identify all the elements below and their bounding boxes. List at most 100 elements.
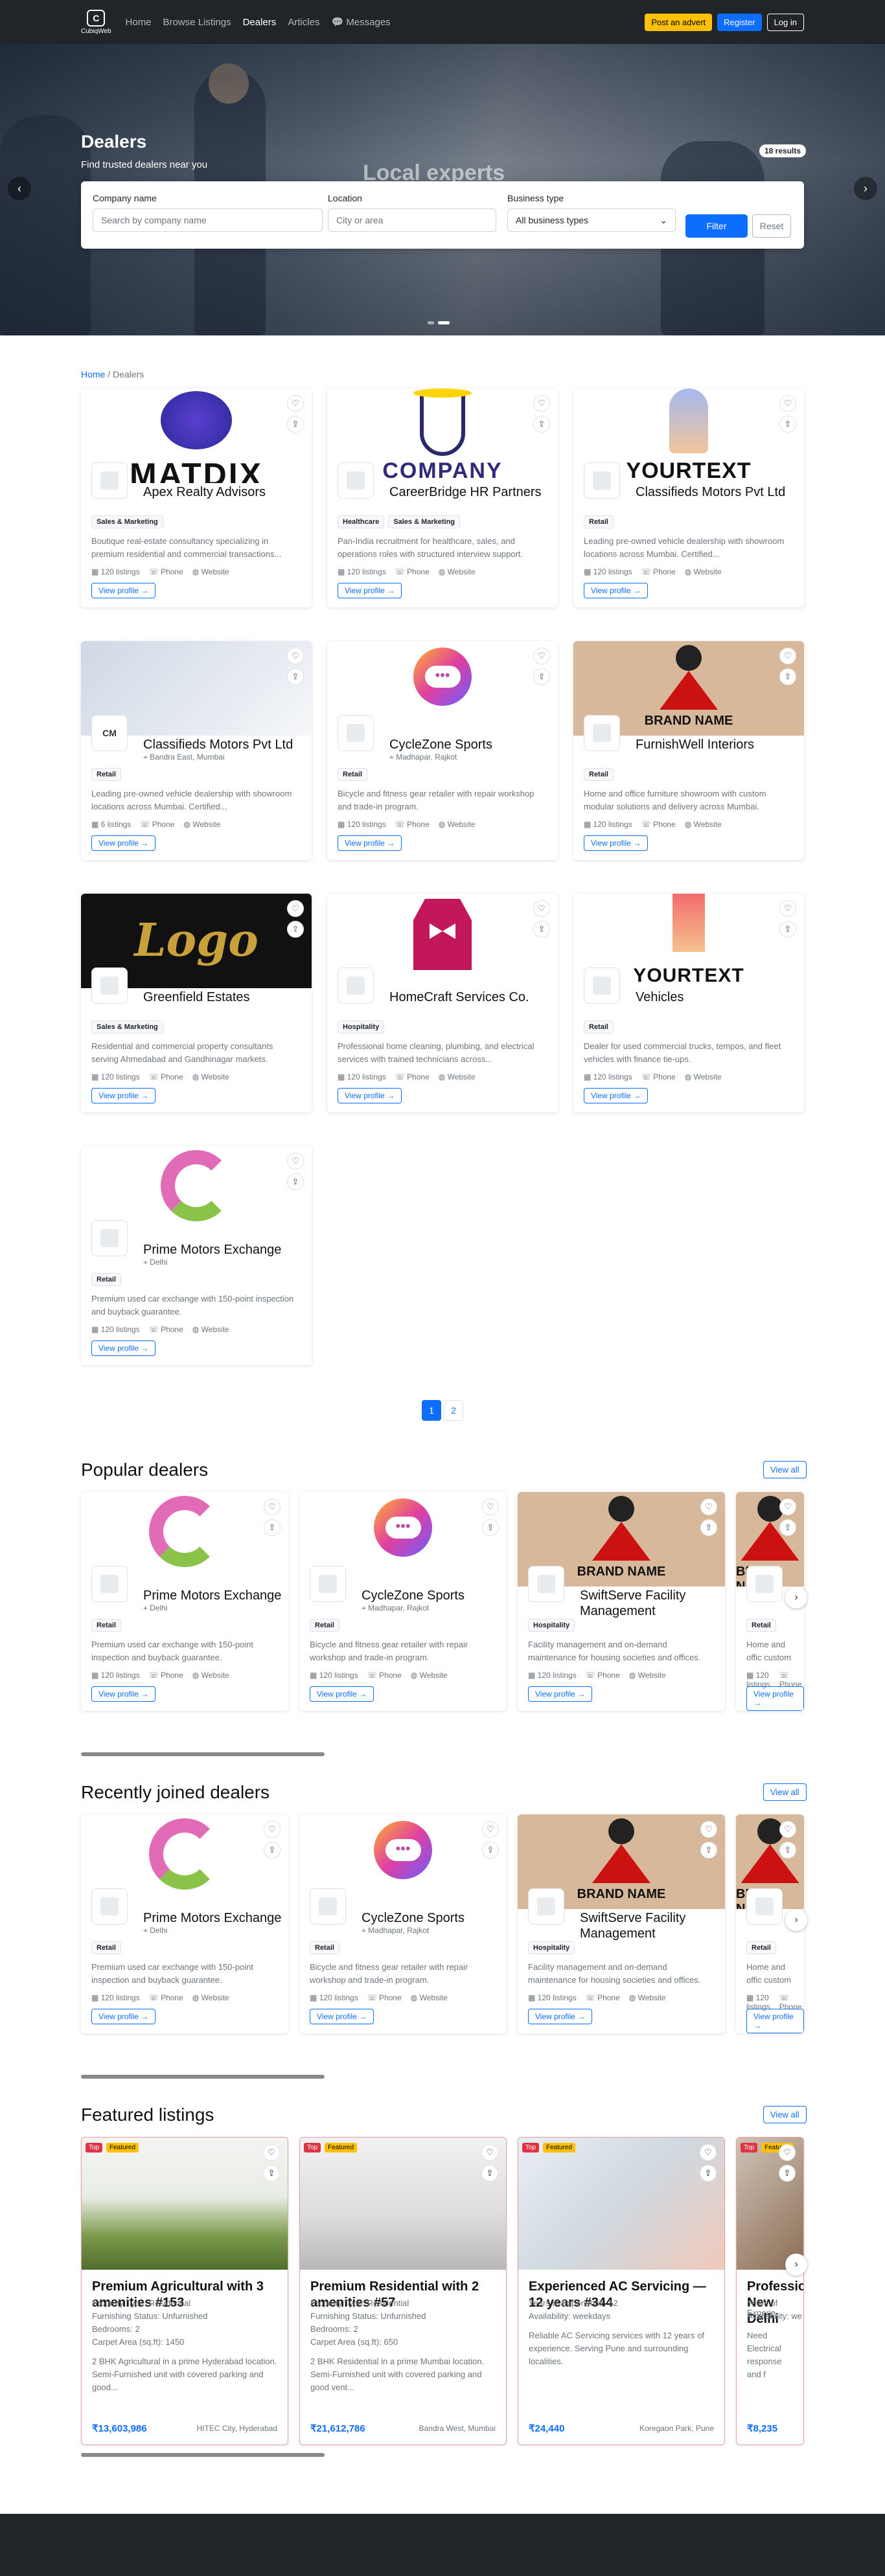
- website-link[interactable]: ◍ Website: [685, 1072, 722, 1081]
- share-icon[interactable]: ⇪: [700, 2165, 717, 2182]
- featured-scrollbar[interactable]: [81, 2453, 804, 2457]
- share-icon[interactable]: ⇪: [779, 668, 796, 685]
- dealer-name[interactable]: SwiftServe Facility Management: [580, 1910, 725, 1941]
- dealer-name[interactable]: Vehicles: [636, 989, 804, 1005]
- share-icon[interactable]: ⇪: [779, 416, 796, 433]
- website-link[interactable]: ◍ Website: [685, 820, 722, 829]
- page-2-button[interactable]: 2: [444, 1400, 463, 1421]
- dealer-card[interactable]: YOURTEXT ♡ ⇪ Vehicles Retail Dealer for …: [573, 894, 804, 1113]
- website-link[interactable]: ◍ Website: [685, 567, 722, 576]
- view-profile-button[interactable]: View profile →: [528, 1686, 593, 1702]
- favorite-heart-icon[interactable]: ♡: [779, 648, 796, 664]
- reset-button[interactable]: Reset: [752, 214, 791, 238]
- dealer-name[interactable]: SwiftServe Facility Management: [580, 1588, 725, 1619]
- listing-card[interactable]: Top Featured ♡ ⇪ Premium Residential wit…: [299, 2137, 507, 2445]
- share-icon[interactable]: ⇪: [533, 921, 550, 938]
- phone-link[interactable]: ☏ Phone: [395, 820, 430, 829]
- view-profile-button[interactable]: View profile →: [91, 583, 156, 598]
- featured-view-all-button[interactable]: View all: [763, 2106, 807, 2123]
- website-link[interactable]: ◍ Website: [411, 1993, 448, 2002]
- share-icon[interactable]: ⇪: [533, 416, 550, 433]
- dealer-card[interactable]: ♡ ⇪ Prime Motors Exchange ⌖ Delhi Retail…: [81, 1492, 288, 1711]
- view-profile-button[interactable]: View profile →: [338, 835, 402, 851]
- scrollbar-thumb[interactable]: [81, 1752, 325, 1756]
- dealer-card[interactable]: MATDIX ♡ ⇪ Apex Realty Advisors Sales & …: [81, 389, 312, 607]
- dealer-avatar[interactable]: [91, 1220, 128, 1256]
- nav-link-articles[interactable]: Articles: [288, 17, 319, 28]
- scrollbar-thumb[interactable]: [81, 2075, 325, 2079]
- phone-link[interactable]: ☏ Phone: [395, 567, 430, 576]
- company-name-input[interactable]: Search by company name: [93, 209, 323, 232]
- view-profile-button[interactable]: View profile →: [91, 1340, 156, 1356]
- share-icon[interactable]: ⇪: [482, 1842, 499, 1859]
- website-link[interactable]: ◍ Website: [192, 1072, 229, 1081]
- dealer-avatar[interactable]: [528, 1888, 564, 1925]
- dealer-avatar[interactable]: [310, 1566, 346, 1602]
- share-icon[interactable]: ⇪: [287, 921, 304, 938]
- share-icon[interactable]: ⇪: [700, 1842, 717, 1859]
- favorite-heart-icon[interactable]: ♡: [287, 648, 304, 664]
- website-link[interactable]: ◍ Website: [629, 1671, 666, 1680]
- dealer-name[interactable]: Prime Motors Exchange: [143, 1588, 288, 1603]
- nav-link-browse[interactable]: Browse Listings: [163, 17, 231, 28]
- nav-link-home[interactable]: Home: [126, 17, 152, 28]
- share-icon[interactable]: ⇪: [264, 1842, 281, 1859]
- dealer-card[interactable]: ♡ ⇪ CM Classifieds Motors Pvt Ltd ⌖ Band…: [81, 641, 312, 860]
- favorite-heart-icon[interactable]: ♡: [533, 900, 550, 917]
- view-profile-button[interactable]: View profile →: [584, 835, 649, 851]
- post-advert-button[interactable]: Post an advert: [645, 13, 713, 31]
- dealer-avatar[interactable]: [310, 1888, 346, 1925]
- dealer-card[interactable]: ••• ♡ ⇪ CycleZone Sports ⌖ Madhapar, Raj…: [299, 1492, 507, 1711]
- phone-link[interactable]: ☏ Phone: [367, 1671, 402, 1680]
- favorite-heart-icon[interactable]: ♡: [779, 1498, 796, 1515]
- phone-link[interactable]: ☏ Phone: [367, 1993, 402, 2002]
- dealer-name[interactable]: FurnishWell Interiors: [636, 737, 804, 752]
- view-profile-button[interactable]: View profile →: [310, 1686, 374, 1702]
- favorite-heart-icon[interactable]: ♡: [779, 900, 796, 917]
- dealer-name[interactable]: Prime Motors Exchange: [143, 1910, 288, 1926]
- nav-link-messages[interactable]: 💬 Messages: [331, 16, 390, 28]
- nav-link-dealers[interactable]: Dealers: [243, 17, 277, 28]
- location-input[interactable]: City or area: [328, 209, 496, 232]
- favorite-heart-icon[interactable]: ♡: [264, 1821, 281, 1838]
- dealer-avatar[interactable]: [91, 462, 128, 499]
- popular-scrollbar[interactable]: [81, 1752, 804, 1756]
- view-profile-button[interactable]: View profile →: [310, 2009, 374, 2024]
- dealer-card[interactable]: BRAND NAME ♡ ⇪ FurnishWell Interiors Ret…: [573, 641, 804, 860]
- website-link[interactable]: ◍ Website: [439, 820, 476, 829]
- view-profile-button[interactable]: View profile →: [584, 583, 649, 598]
- view-profile-button[interactable]: View profile →: [338, 1088, 402, 1103]
- share-icon[interactable]: ⇪: [779, 921, 796, 938]
- favorite-heart-icon[interactable]: ♡: [779, 395, 796, 412]
- dealer-card[interactable]: BRAND NAME ♡ ⇪ SwiftServe Facility Manag…: [518, 1492, 725, 1711]
- website-link[interactable]: ◍ Website: [411, 1671, 448, 1680]
- website-link[interactable]: ◍ Website: [192, 1325, 229, 1334]
- website-link[interactable]: ◍ Website: [183, 820, 220, 829]
- phone-link[interactable]: ☏ Phone: [149, 1671, 183, 1680]
- phone-link[interactable]: ☏ Phone: [586, 1671, 620, 1680]
- phone-link[interactable]: ☏ Phone: [149, 567, 183, 576]
- favorite-heart-icon[interactable]: ♡: [287, 1153, 304, 1169]
- listing-card[interactable]: Top Featured ♡ ⇪ Experienced AC Servicin…: [518, 2137, 725, 2445]
- dealer-card[interactable]: ••• ♡ ⇪ CycleZone Sports ⌖ Madhapar, Raj…: [299, 1814, 507, 2033]
- dealer-name[interactable]: Classifieds Motors Pvt Ltd: [636, 484, 804, 500]
- website-link[interactable]: ◍ Website: [629, 1993, 666, 2002]
- share-icon[interactable]: ⇪: [263, 2165, 280, 2182]
- share-icon[interactable]: ⇪: [481, 2165, 498, 2182]
- view-profile-button[interactable]: View profile →: [91, 1088, 156, 1103]
- website-link[interactable]: ◍ Website: [192, 1671, 229, 1680]
- view-profile-button[interactable]: View profile →: [91, 835, 156, 851]
- website-link[interactable]: ◍ Website: [439, 567, 476, 576]
- dealer-name[interactable]: Apex Realty Advisors: [143, 484, 312, 500]
- dealer-avatar[interactable]: CM: [91, 715, 128, 751]
- recent-scrollbar[interactable]: [81, 2075, 804, 2079]
- hero-prev-button[interactable]: ‹: [8, 177, 31, 200]
- website-link[interactable]: ◍ Website: [439, 1072, 476, 1081]
- share-icon[interactable]: ⇪: [779, 2165, 796, 2182]
- favorite-heart-icon[interactable]: ♡: [287, 395, 304, 412]
- dealer-name[interactable]: CycleZone Sports: [389, 737, 558, 752]
- phone-link[interactable]: ☏ Phone: [149, 1993, 183, 2002]
- share-icon[interactable]: ⇪: [779, 1842, 796, 1859]
- favorite-heart-icon[interactable]: ♡: [263, 2144, 280, 2161]
- favorite-heart-icon[interactable]: ♡: [481, 2144, 498, 2161]
